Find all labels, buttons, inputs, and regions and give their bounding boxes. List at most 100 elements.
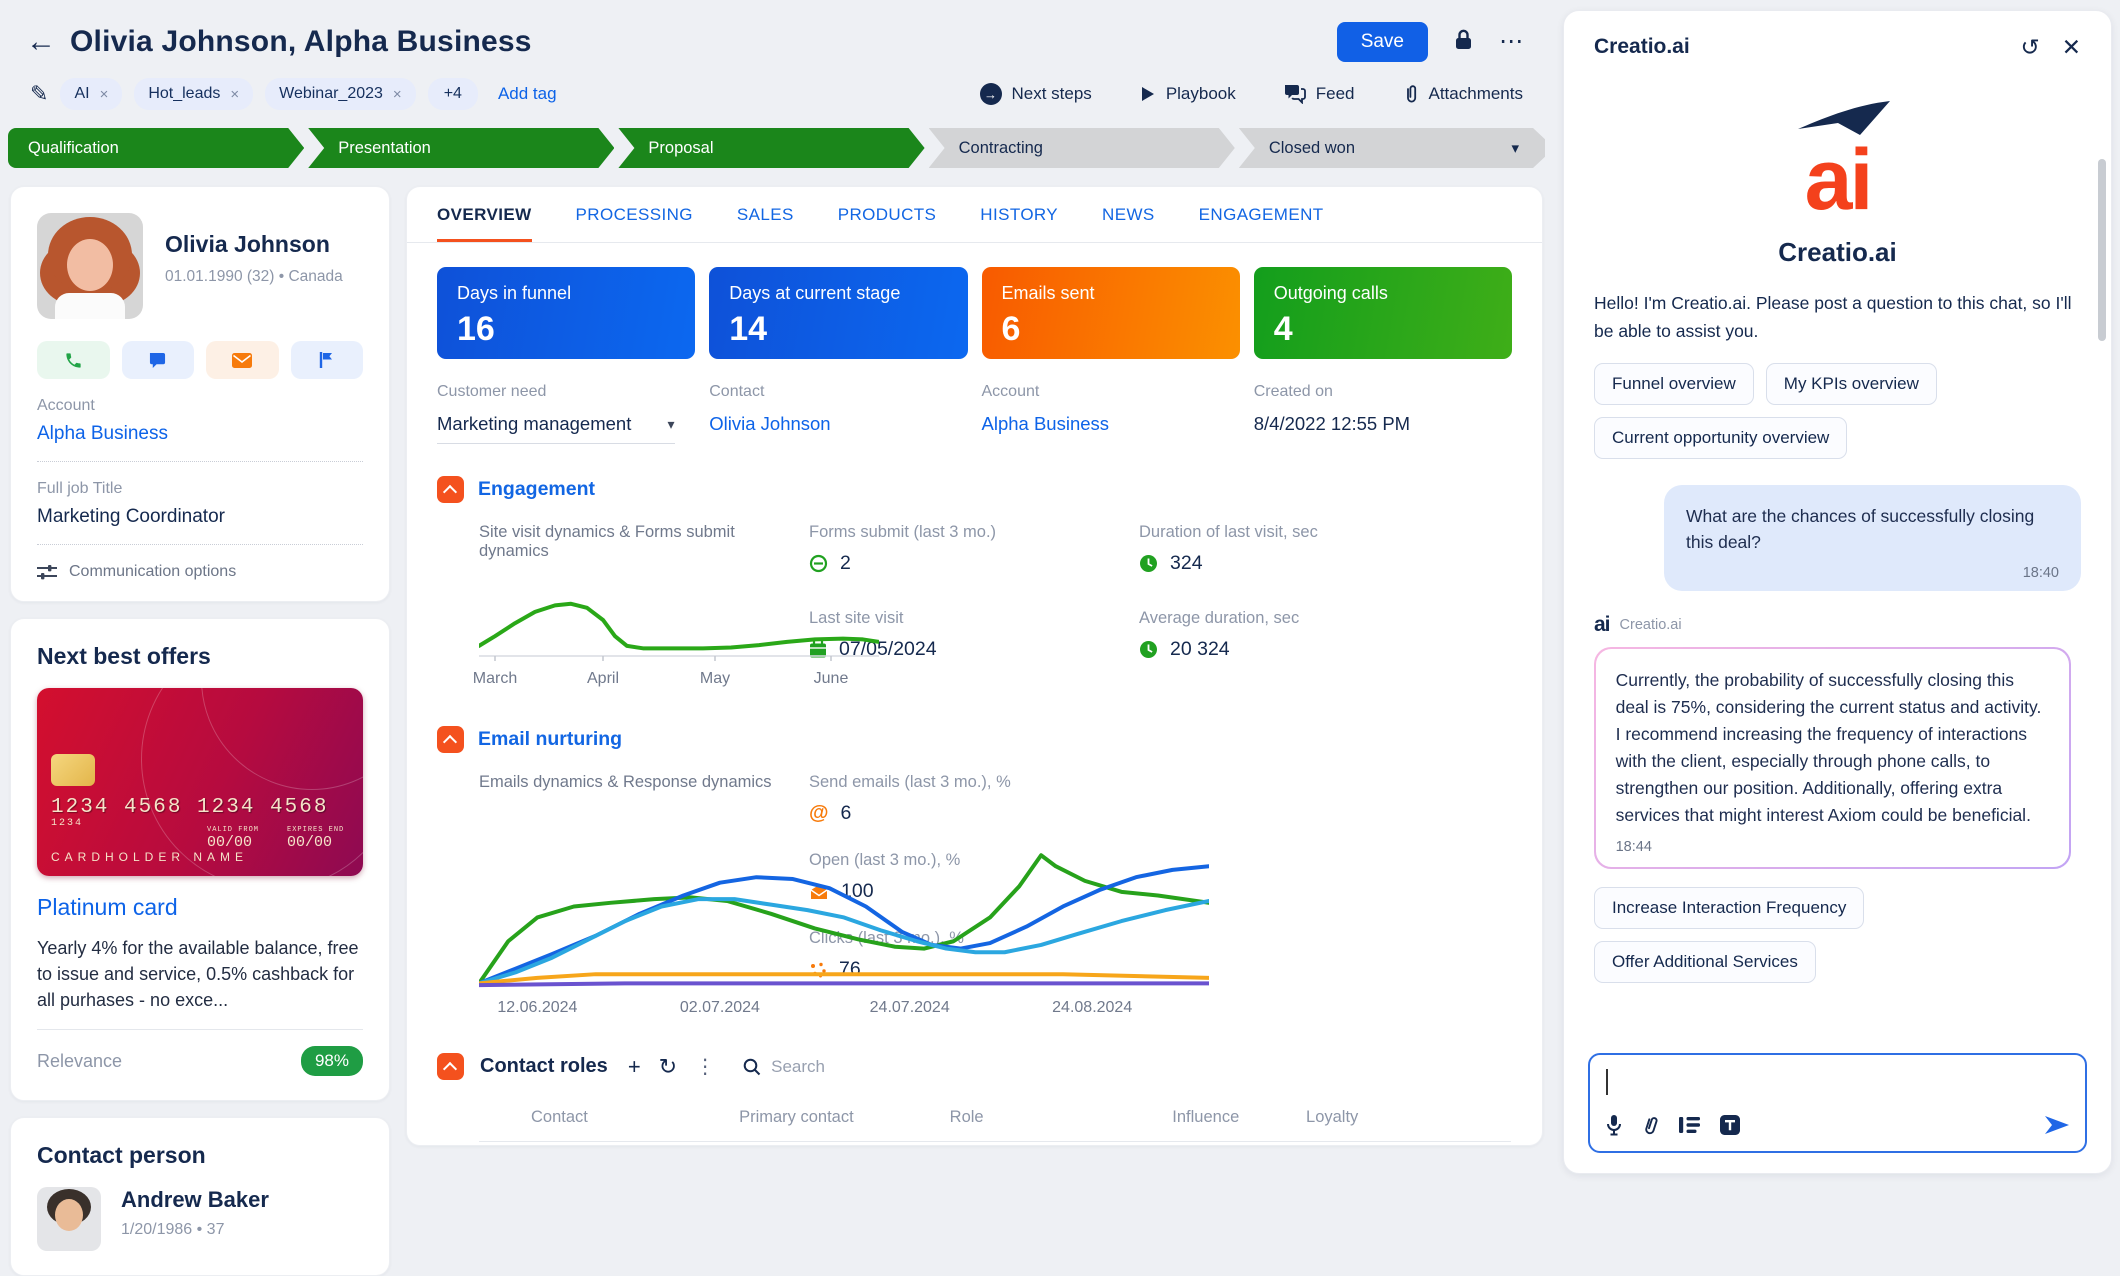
tab-news[interactable]: NEWS	[1102, 187, 1155, 242]
chat-button[interactable]	[122, 341, 195, 379]
save-button[interactable]: Save	[1337, 22, 1428, 62]
stage-qualification[interactable]: Qualification	[8, 128, 304, 168]
text-format-icon[interactable]	[1720, 1115, 1740, 1140]
tag-chip[interactable]: Hot_leads ×	[134, 78, 253, 110]
remove-tag-icon[interactable]: ×	[393, 86, 402, 103]
user-message: What are the chances of successfully clo…	[1664, 485, 2081, 592]
tag-edit-icon[interactable]: ✎	[30, 81, 48, 107]
stage-proposal[interactable]: Proposal	[618, 128, 924, 168]
ai-actions: Increase Interaction Frequency Offer Add…	[1594, 887, 2081, 983]
avg-duration-value: 20 324	[1170, 638, 1230, 661]
playbook-button[interactable]: Playbook	[1140, 84, 1236, 104]
profile-card: Olivia Johnson 01.01.1990 (32) • Canada	[10, 186, 390, 602]
ai-mini-logo: ai	[1594, 613, 1610, 637]
ai-message: Currently, the probability of successful…	[1594, 647, 2071, 869]
stage-closed-won[interactable]: Closed won ▾	[1239, 128, 1545, 168]
tab-sales[interactable]: SALES	[737, 187, 794, 242]
refresh-icon[interactable]: ↻	[659, 1056, 677, 1078]
suggestion-kpis-overview[interactable]: My KPIs overview	[1766, 363, 1937, 405]
card-number-small: 1234	[51, 818, 83, 829]
tab-history[interactable]: HISTORY	[980, 187, 1058, 242]
col-loyalty[interactable]: Loyalty	[1298, 1094, 1511, 1142]
contact-link[interactable]: Olivia Johnson	[709, 413, 967, 435]
action-offer-services[interactable]: Offer Additional Services	[1594, 941, 1816, 983]
reset-chat-icon[interactable]: ↺	[2020, 36, 2039, 59]
collapse-email-icon[interactable]	[437, 726, 464, 753]
suggestion-funnel-overview[interactable]: Funnel overview	[1594, 363, 1754, 405]
email-nurturing-section-head: Email nurturing	[437, 726, 1512, 753]
tab-engagement[interactable]: ENGAGEMENT	[1199, 187, 1324, 242]
email-nurturing-title[interactable]: Email nurturing	[478, 728, 622, 751]
next-steps-button[interactable]: → Next steps	[980, 83, 1092, 105]
phone-icon	[64, 351, 83, 370]
engagement-section-head: Engagement	[437, 476, 1512, 503]
col-primary-contact[interactable]: Primary contact	[731, 1094, 942, 1142]
row-contact-link[interactable]: Andrew Baker	[523, 1142, 731, 1145]
feed-button[interactable]: Feed	[1284, 84, 1355, 104]
duration-value: 324	[1170, 552, 1203, 575]
more-tags-chip[interactable]: +4	[428, 78, 478, 110]
kpi-value: 16	[457, 310, 675, 349]
engagement-title[interactable]: Engagement	[478, 478, 595, 501]
customer-need-label: Customer need	[437, 383, 695, 401]
communication-options[interactable]: Communication options	[37, 563, 363, 581]
customer-need-value: Marketing management	[437, 413, 631, 435]
template-icon[interactable]	[1679, 1116, 1700, 1139]
attach-file-icon[interactable]	[1642, 1115, 1659, 1141]
microphone-icon[interactable]	[1606, 1114, 1622, 1141]
offer-product-link[interactable]: Platinum card	[37, 894, 363, 921]
action-increase-interaction[interactable]: Increase Interaction Frequency	[1594, 887, 1864, 929]
credit-card-image[interactable]: 1234 4568 1234 4568 1234 VALID FROM00/00…	[37, 688, 363, 876]
tab-overview[interactable]: OVERVIEW	[437, 187, 532, 242]
tab-processing[interactable]: PROCESSING	[576, 187, 693, 242]
customer-need-select[interactable]: Marketing management ▾	[437, 413, 675, 444]
left-sidebar: Olivia Johnson 01.01.1990 (32) • Canada	[10, 186, 390, 1146]
avg-duration-label: Average duration, sec	[1139, 609, 1512, 628]
stage-contracting[interactable]: Contracting	[929, 128, 1235, 168]
lock-icon[interactable]	[1454, 29, 1473, 55]
call-button[interactable]	[37, 341, 110, 379]
col-role[interactable]: Role	[942, 1094, 1165, 1142]
remove-tag-icon[interactable]: ×	[230, 86, 239, 103]
chat-input[interactable]	[1588, 1053, 2087, 1153]
account-link[interactable]: Alpha Business	[37, 423, 363, 445]
account-field-link[interactable]: Alpha Business	[982, 413, 1240, 435]
suggestion-opportunity-overview[interactable]: Current opportunity overview	[1594, 417, 1847, 459]
panel-scrollbar[interactable]	[2098, 159, 2106, 341]
col-contact[interactable]: Contact	[523, 1094, 731, 1142]
add-role-icon[interactable]: +	[628, 1056, 641, 1078]
row-loyalty: 2 – Supportive	[1298, 1142, 1511, 1145]
roles-search[interactable]: Search	[743, 1057, 825, 1077]
col-influence[interactable]: Influence	[1164, 1094, 1298, 1142]
back-icon[interactable]: ←	[26, 27, 56, 57]
tab-products[interactable]: PRODUCTS	[838, 187, 937, 242]
site-visit-chart-title: Site visit dynamics & Forms submit dynam…	[479, 523, 809, 561]
attachments-button[interactable]: Attachments	[1403, 84, 1524, 104]
send-icon[interactable]	[2043, 1114, 2071, 1141]
add-tag-button[interactable]: Add tag	[498, 84, 557, 104]
flag-button[interactable]	[291, 341, 364, 379]
tag-label: Hot_leads	[148, 85, 220, 103]
more-menu-icon[interactable]: ⋯	[1499, 30, 1523, 54]
stage-presentation[interactable]: Presentation	[308, 128, 614, 168]
contact-person-name[interactable]: Andrew Baker	[121, 1187, 269, 1213]
remove-tag-icon[interactable]: ×	[100, 86, 109, 103]
job-title-label: Full job Title	[37, 480, 363, 498]
chart-x-label: March	[473, 670, 517, 688]
ai-sender-name: Creatio.ai	[1620, 617, 1682, 633]
email-button[interactable]	[206, 341, 279, 379]
stage-dropdown-icon[interactable]: ▾	[1511, 139, 1519, 157]
tag-label: AI	[74, 85, 89, 103]
close-icon[interactable]: ✕	[2062, 36, 2081, 59]
envelope-icon	[232, 353, 252, 368]
tag-chip[interactable]: Webinar_2023 ×	[265, 78, 416, 110]
tag-chip[interactable]: AI ×	[60, 78, 122, 110]
collapse-roles-icon[interactable]	[437, 1053, 464, 1080]
kebab-menu-icon[interactable]: ⋮	[695, 1057, 715, 1077]
table-row[interactable]: 1 Andrew Baker Yes Contact person Medium…	[479, 1142, 1511, 1145]
creatio-arrow-icon	[1778, 93, 1898, 137]
collapse-engagement-icon[interactable]	[437, 476, 464, 503]
kpi-outgoing-calls: Outgoing calls 4	[1254, 267, 1512, 359]
valid-from-value: 00/00	[207, 834, 259, 851]
communication-options-label: Communication options	[69, 563, 236, 581]
